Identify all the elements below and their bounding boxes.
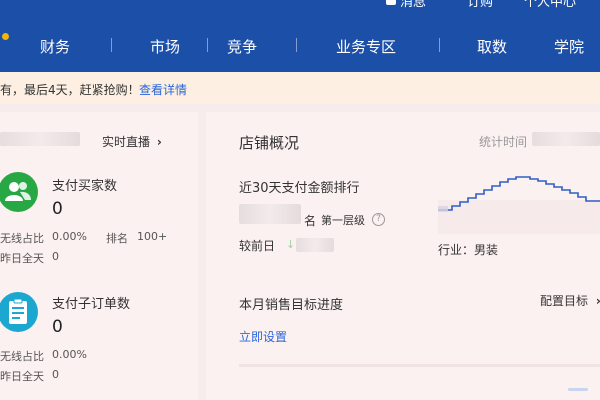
orders-link[interactable]: 订购: [467, 0, 493, 10]
notification-dot: [2, 33, 9, 40]
compare-yesterday-label: 较前日: [239, 239, 276, 253]
store-overview-title: 店铺概况: [239, 134, 300, 152]
rank-level: 第一层级: [321, 214, 365, 227]
user-group-icon: [0, 172, 38, 212]
ranking-trend-chart: [438, 176, 600, 234]
redacted-text: [0, 132, 80, 146]
redacted-text: [532, 132, 600, 146]
redacted-text: [296, 238, 334, 252]
payment-ranking-title: 近30天支付金额排行: [239, 181, 360, 196]
nav-divider: [439, 38, 440, 52]
rank-label: 排名: [106, 232, 128, 245]
yesterday-label: 昨日全天: [0, 370, 44, 383]
sub-orders-value: 0: [52, 317, 63, 337]
chevron-right-icon: ›: [596, 294, 600, 308]
yesterday-value: 0: [52, 250, 59, 263]
view-details-link[interactable]: 查看详情: [139, 81, 187, 98]
personal-center-link[interactable]: 个人中心: [524, 0, 576, 10]
chevron-right-icon: ›: [156, 135, 162, 149]
nav-business-zone[interactable]: 业务专区: [336, 36, 396, 57]
nav-market[interactable]: 市场: [150, 36, 180, 57]
sub-orders-title: 支付子订单数: [52, 297, 131, 312]
message-icon: [386, 0, 396, 5]
mobile-share-label: 无线占比: [0, 232, 44, 245]
nav-academy[interactable]: 学院: [554, 36, 584, 57]
rank-value: 100+: [137, 230, 168, 243]
yesterday-label: 昨日全天: [0, 252, 44, 265]
buyers-count-title: 支付买家数: [52, 179, 118, 194]
industry-label: 行业：男装: [438, 243, 499, 257]
stat-time-label: 统计时间: [479, 135, 528, 149]
chart-blur-area: [438, 200, 600, 234]
mobile-share-value: 0.00%: [52, 230, 87, 243]
arrow-down-icon: ↓: [286, 238, 296, 251]
monthly-target-title: 本月销售目标进度: [239, 298, 344, 313]
announcement-bar: 有，最后4天，赶紧抢购！ 查看详情: [0, 72, 600, 104]
messages-link[interactable]: 消息: [386, 0, 426, 10]
nav-divider: [111, 38, 112, 52]
nav-competition[interactable]: 竞争: [227, 36, 257, 57]
top-navigation-bar: 消息 订购 个人中心 财务 市场 竞争 业务专区 取数 学院: [0, 0, 600, 72]
mobile-share-label: 无线占比: [0, 350, 44, 363]
section-divider: [239, 364, 600, 367]
store-overview-panel: 店铺概况 统计时间 近30天支付金额排行 名 第一层级 ? 较前日 ↓ 行业：男…: [206, 112, 600, 400]
clipboard-list-icon: [0, 292, 38, 332]
announcement-text: 有，最后4天，赶紧抢购！: [0, 83, 140, 97]
set-now-link[interactable]: 立即设置: [239, 328, 287, 345]
mobile-share-value: 0.00%: [52, 348, 87, 361]
chart-blur-area: [438, 206, 448, 212]
scroll-indicator[interactable]: [568, 388, 588, 391]
realtime-live-link[interactable]: 实时直播 ›: [102, 133, 162, 150]
configure-target-link[interactable]: 配置目标 ›: [540, 292, 600, 309]
nav-data-fetch[interactable]: 取数: [477, 36, 507, 57]
redacted-text: [239, 204, 301, 224]
yesterday-value: 0: [52, 368, 59, 381]
nav-divider: [296, 38, 297, 52]
nav-finance[interactable]: 财务: [40, 36, 70, 57]
help-icon[interactable]: ?: [372, 213, 385, 226]
realtime-metrics-panel: 实时直播 › 支付买家数 0 无线占比 0.00% 排名 100+ 昨日全天 0…: [0, 112, 198, 400]
nav-divider: [207, 38, 208, 52]
rank-unit: 名: [304, 214, 317, 228]
buyers-count-value: 0: [52, 199, 63, 219]
